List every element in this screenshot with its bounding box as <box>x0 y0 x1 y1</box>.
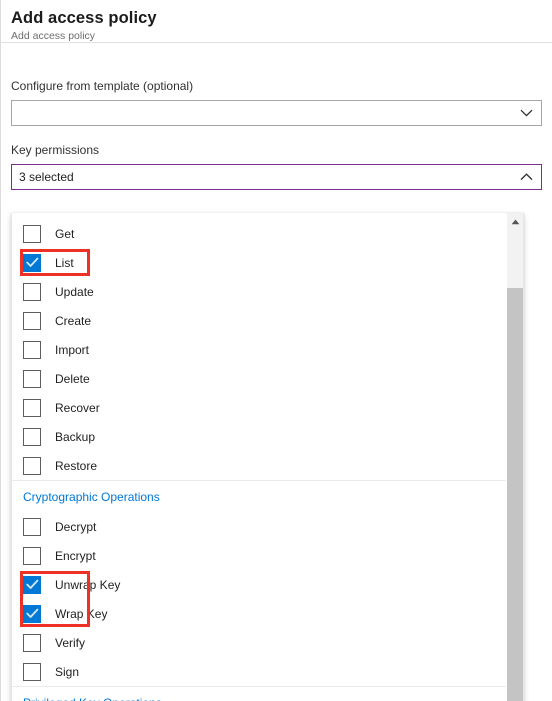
checkbox-checked-icon[interactable] <box>23 253 41 272</box>
checkbox-unchecked-icon[interactable] <box>23 427 41 446</box>
checkbox-unchecked-icon[interactable] <box>23 517 41 536</box>
option-row[interactable]: Import <box>12 335 508 364</box>
option-row[interactable]: Restore <box>12 451 508 480</box>
option-row[interactable]: Backup <box>12 422 508 451</box>
option-label: Encrypt <box>55 548 96 563</box>
form-body: Configure from template (optional) Key p… <box>1 43 552 701</box>
checkbox-unchecked-icon[interactable] <box>23 456 41 475</box>
dropdown-scroll-area: Key Management OperationsGetListUpdateCr… <box>12 213 508 701</box>
option-row[interactable]: Decrypt <box>12 512 508 541</box>
checkbox-unchecked-icon[interactable] <box>23 369 41 388</box>
checkbox-unchecked-icon[interactable] <box>23 398 41 417</box>
option-group-header: Privileged Key Operations <box>12 686 508 701</box>
option-label: List <box>55 255 74 270</box>
checkbox-unchecked-icon[interactable] <box>23 662 41 681</box>
configure-from-template-select[interactable] <box>11 100 542 126</box>
panel-header: Add access policy Add access policy <box>1 0 552 43</box>
option-row[interactable]: Encrypt <box>12 541 508 570</box>
checkbox-unchecked-icon[interactable] <box>23 311 41 330</box>
key-permissions-value: 3 selected <box>19 170 74 184</box>
key-permissions-label: Key permissions <box>11 143 100 157</box>
option-label: Sign <box>55 664 80 679</box>
option-row[interactable]: Create <box>12 306 508 335</box>
breadcrumb: Add access policy <box>11 30 96 42</box>
option-label: Delete <box>55 371 90 386</box>
option-row[interactable]: Sign <box>12 657 508 686</box>
option-row[interactable]: Recover <box>12 393 508 422</box>
dropdown-scrollbar[interactable] <box>506 213 523 701</box>
option-label: Get <box>55 226 75 241</box>
checkbox-checked-icon[interactable] <box>23 575 41 594</box>
checkbox-unchecked-icon[interactable] <box>23 282 41 301</box>
option-label: Wrap Key <box>55 606 108 621</box>
option-row[interactable]: Verify <box>12 628 508 657</box>
option-label: Recover <box>55 400 100 415</box>
chevron-up-icon <box>511 165 541 189</box>
checkbox-unchecked-icon[interactable] <box>23 340 41 359</box>
option-label: Decrypt <box>55 519 97 534</box>
template-field-label: Configure from template (optional) <box>11 79 194 93</box>
option-label: Create <box>55 313 92 328</box>
option-label: Update <box>55 284 94 299</box>
option-row[interactable]: List <box>12 248 508 277</box>
scrollbar-track[interactable] <box>507 230 523 701</box>
option-label: Verify <box>55 635 86 650</box>
checkbox-checked-icon[interactable] <box>23 604 41 623</box>
option-row[interactable]: Wrap Key <box>12 599 508 628</box>
page-title: Add access policy <box>11 9 157 27</box>
option-row[interactable]: Unwrap Key <box>12 570 508 599</box>
checkbox-unchecked-icon[interactable] <box>23 546 41 565</box>
checkbox-unchecked-icon[interactable] <box>23 224 41 243</box>
key-permissions-dropdown: Key Management OperationsGetListUpdateCr… <box>11 213 524 701</box>
scroll-up-arrow-icon[interactable] <box>507 213 523 230</box>
option-group-header: Cryptographic Operations <box>12 480 508 512</box>
option-row[interactable]: Update <box>12 277 508 306</box>
scrollbar-thumb[interactable] <box>507 288 523 701</box>
chevron-down-icon <box>511 101 541 125</box>
add-access-policy-panel: Add access policy Add access policy Conf… <box>0 0 552 701</box>
key-permissions-select[interactable]: 3 selected <box>11 164 542 190</box>
option-label: Backup <box>55 429 96 444</box>
option-row[interactable]: Get <box>12 219 508 248</box>
checkbox-unchecked-icon[interactable] <box>23 633 41 652</box>
option-row[interactable]: Delete <box>12 364 508 393</box>
option-label: Restore <box>55 458 98 473</box>
option-label: Import <box>55 342 90 357</box>
option-label: Unwrap Key <box>55 577 121 592</box>
dropdown-option-list: Key Management OperationsGetListUpdateCr… <box>12 213 508 701</box>
